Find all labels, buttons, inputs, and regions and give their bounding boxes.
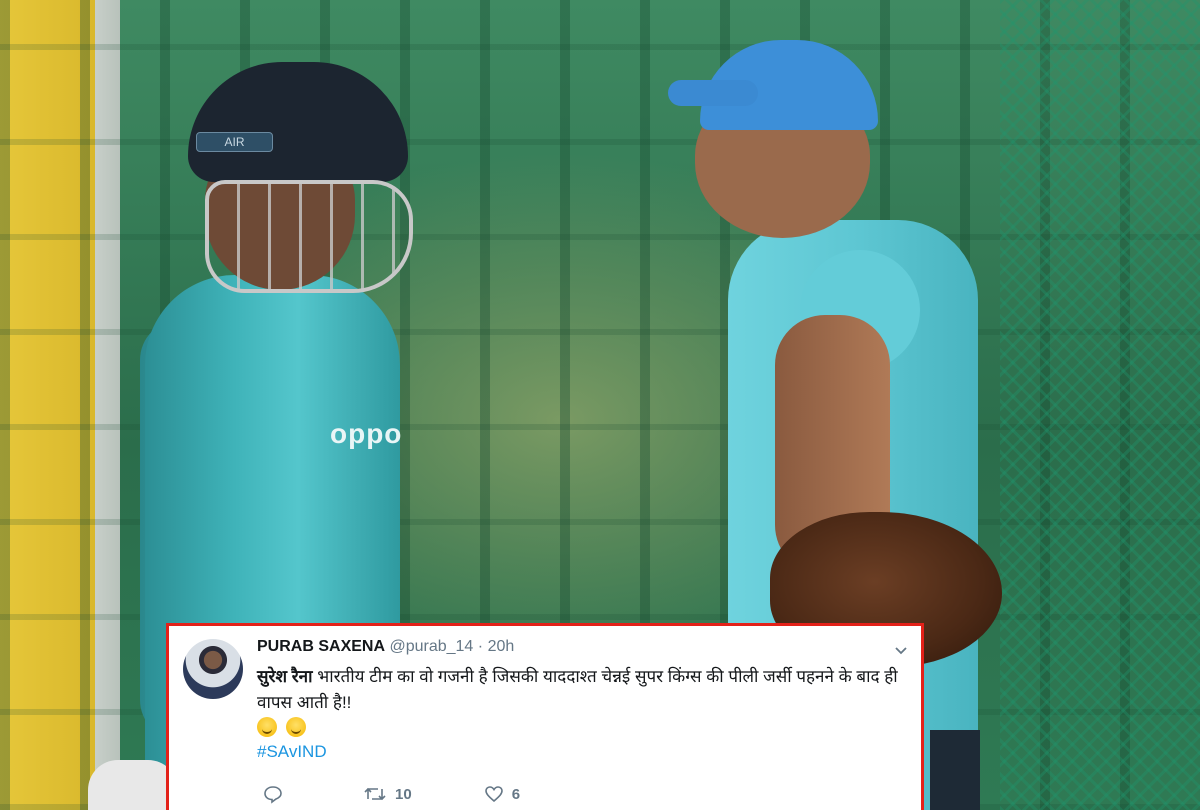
cap-brim (668, 80, 758, 106)
grinning-face-emoji (257, 717, 277, 738)
retweet-icon (364, 787, 386, 801)
retweet-count: 10 (395, 785, 412, 803)
tweet-text: सुरेश रैना भारतीय टीम का वो गजनी है जिसक… (257, 664, 907, 716)
tweet-timestamp[interactable]: 20h (488, 638, 515, 655)
author-name[interactable]: PURAB SAXENA (257, 638, 385, 655)
batting-glove (88, 760, 178, 810)
helmet-label: AIR (196, 132, 273, 152)
helmet-grille (205, 180, 413, 293)
jersey-sponsor-logo: oppo (330, 418, 403, 449)
retweet-button[interactable]: 10 (363, 784, 412, 804)
author-handle[interactable]: @purab_14 (389, 638, 473, 655)
practice-net-right (1000, 0, 1200, 810)
hashtag-link[interactable]: #SAvIND (257, 742, 327, 762)
chevron-down-icon[interactable] (893, 642, 909, 658)
tweet-text-bold: सुरेश रैना (257, 667, 313, 686)
like-count: 6 (511, 785, 521, 803)
winking-face-emoji (286, 717, 307, 738)
reply-button[interactable] (263, 784, 291, 804)
like-button[interactable]: 6 (484, 784, 520, 804)
reply-icon (264, 786, 282, 804)
separator-dot: · (477, 638, 484, 655)
emoji-row (257, 716, 310, 738)
tweet-actions: 10 6 (263, 784, 592, 804)
right-player-trousers (930, 730, 980, 810)
tweet-text-body: भारतीय टीम का वो गजनी है जिसकी याददाश्त … (257, 667, 898, 712)
heart-icon (484, 786, 503, 803)
tweet-header: PURAB SAXENA @purab_14 · 20h (257, 638, 514, 656)
tweet-card: PURAB SAXENA @purab_14 · 20h सुरेश रैना … (166, 623, 924, 810)
avatar[interactable] (183, 639, 243, 699)
